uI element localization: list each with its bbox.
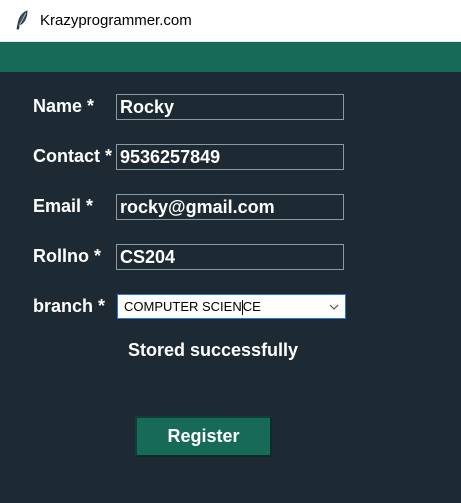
register-button[interactable]: Register (135, 416, 272, 457)
header-banner (0, 42, 461, 72)
name-label: Name * (33, 96, 95, 116)
branch-label: branch * (33, 296, 106, 316)
contact-label: Contact * (33, 146, 113, 166)
feather-icon (16, 10, 28, 30)
chevron-down-icon[interactable] (329, 303, 339, 311)
rollno-field[interactable]: CS204 (116, 244, 344, 270)
email-label: Email * (33, 196, 94, 216)
branch-select[interactable]: COMPUTER SCIENCE (117, 294, 346, 319)
name-field[interactable]: Rocky (116, 94, 344, 120)
branch-value-end: CE (242, 299, 261, 314)
branch-value-start: COMPUTER SCIEN (124, 299, 242, 314)
window-title: Krazyprogrammer.com (40, 12, 192, 29)
window-titlebar: Krazyprogrammer.com (0, 0, 461, 42)
contact-field[interactable]: 9536257849 (116, 144, 344, 170)
email-field[interactable]: rocky@gmail.com (116, 194, 344, 220)
rollno-label: Rollno * (33, 246, 101, 266)
status-message: Stored successfully (128, 340, 299, 360)
